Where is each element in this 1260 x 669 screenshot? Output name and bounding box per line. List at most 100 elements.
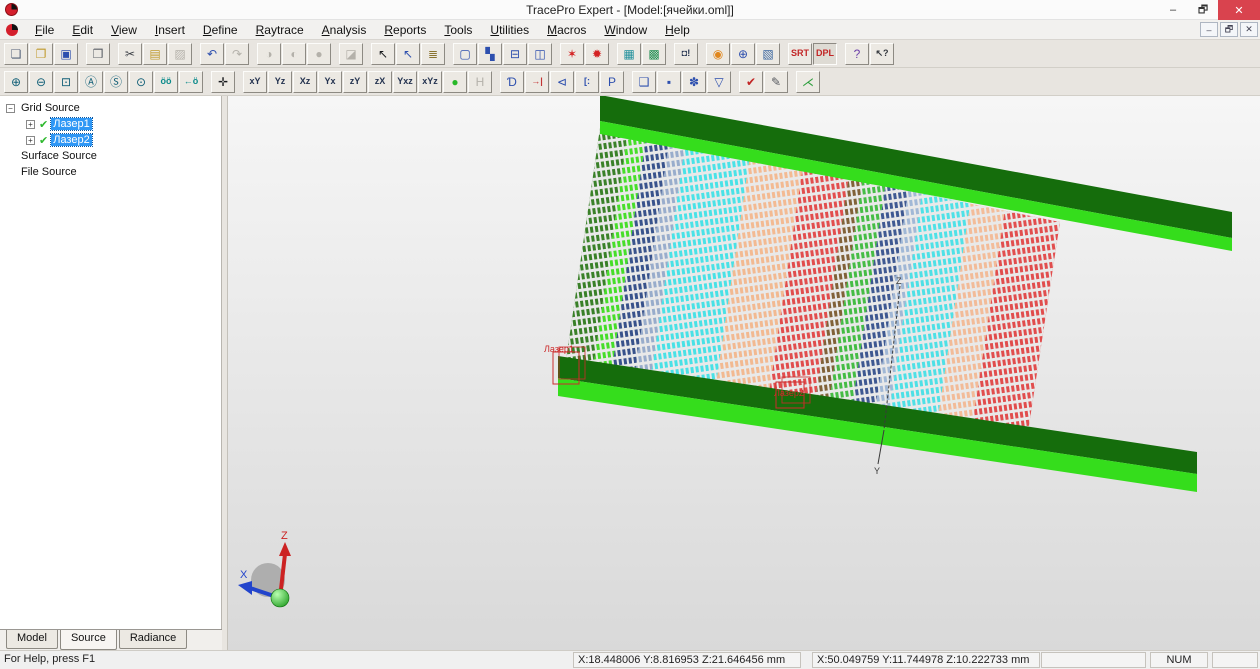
- view-zx-button[interactable]: zX: [368, 71, 392, 93]
- incident-ray-button[interactable]: ⋌: [796, 71, 820, 93]
- audit-check-button[interactable]: ✔: [739, 71, 763, 93]
- photorealistic-render-icon: ▧: [762, 48, 773, 60]
- expand-icon[interactable]: +: [26, 136, 35, 145]
- restore-button[interactable]: 🗗: [1188, 0, 1218, 20]
- view-glasses-previous-button[interactable]: ←ö: [179, 71, 203, 93]
- tab-source[interactable]: Source: [60, 630, 117, 650]
- mdi-close-button[interactable]: ✕: [1240, 22, 1258, 37]
- undo-button[interactable]: ↶: [200, 43, 224, 65]
- silhouette-button[interactable]: ▪: [657, 71, 681, 93]
- solid-render-button[interactable]: ❑: [632, 71, 656, 93]
- menu-reports[interactable]: Reports: [375, 21, 435, 39]
- close-button[interactable]: ✕: [1218, 0, 1260, 20]
- select-button[interactable]: ↖: [371, 43, 395, 65]
- context-help-button[interactable]: ↖?: [870, 43, 894, 65]
- menu-analysis[interactable]: Analysis: [313, 21, 376, 39]
- minimize-button[interactable]: –: [1158, 0, 1188, 20]
- irradiance-map-button[interactable]: ▦: [617, 43, 641, 65]
- select-object-button[interactable]: ↖: [396, 43, 420, 65]
- menu-insert[interactable]: Insert: [146, 21, 194, 39]
- menu-define[interactable]: Define: [194, 21, 247, 39]
- view-yx-icon: Yx: [324, 77, 335, 86]
- ray-select-button[interactable]: →|: [525, 71, 549, 93]
- status-panel-empty-2: [1212, 652, 1258, 668]
- ray-sort-dpl-icon: DPL: [816, 49, 834, 58]
- trace-rays-rep-button[interactable]: ✹: [585, 43, 609, 65]
- tab-model[interactable]: Model: [6, 630, 58, 649]
- view-yx-button[interactable]: Yx: [318, 71, 342, 93]
- menu-raytrace[interactable]: Raytrace: [247, 21, 313, 39]
- render-cone-button[interactable]: ▽: [707, 71, 731, 93]
- trace-rays-button[interactable]: ✶: [560, 43, 584, 65]
- view-zx-icon: zX: [375, 77, 386, 86]
- window-single-button[interactable]: ▢: [453, 43, 477, 65]
- cut-button[interactable]: ✂: [118, 43, 142, 65]
- view-zy-button[interactable]: zY: [343, 71, 367, 93]
- profile-view-button[interactable]: P: [600, 71, 624, 93]
- window-cascade-button[interactable]: ▚: [478, 43, 502, 65]
- incident-ray-icon: ⋌: [802, 76, 814, 88]
- mdi-minimize-button[interactable]: –: [1200, 22, 1218, 37]
- view-xy-button[interactable]: xY: [243, 71, 267, 93]
- window-tile-horizontal-button[interactable]: ⊟: [503, 43, 527, 65]
- zoom-in-button[interactable]: ⊕: [4, 71, 28, 93]
- ray-sort-srt-button[interactable]: SRT: [788, 43, 812, 65]
- triad-z-arrowhead: [279, 542, 291, 556]
- tree-item-grid-source[interactable]: Grid Source: [19, 102, 82, 114]
- orbit-button[interactable]: ●: [443, 71, 467, 93]
- view-yz-button[interactable]: Yz: [268, 71, 292, 93]
- measure-button[interactable]: ✎: [764, 71, 788, 93]
- expand-icon[interactable]: +: [26, 120, 35, 129]
- save-file-button[interactable]: ▣: [54, 43, 78, 65]
- zoom-out-button[interactable]: ⊖: [29, 71, 53, 93]
- redo-icon: ↷: [232, 48, 242, 60]
- render-flower-button[interactable]: ✽: [682, 71, 706, 93]
- section-view-button[interactable]: [:: [575, 71, 599, 93]
- help-button[interactable]: ?: [845, 43, 869, 65]
- menu-view[interactable]: View: [102, 21, 146, 39]
- tree-item-laser[interactable]: Лазер2: [51, 134, 92, 146]
- view-glasses-button[interactable]: öö: [154, 71, 178, 93]
- polar-iso-plot-button[interactable]: ◉: [706, 43, 730, 65]
- tab-radiance[interactable]: Radiance: [119, 630, 187, 649]
- pan-button[interactable]: ✛: [211, 71, 235, 93]
- model-viewport[interactable]: Лазер1Лазер2ZYXZ: [228, 96, 1260, 650]
- cut-icon: ✂: [125, 48, 135, 60]
- print-button[interactable]: ❒: [86, 43, 110, 65]
- view-xz-button[interactable]: Xz: [293, 71, 317, 93]
- window-tile-vertical-button[interactable]: ◫: [528, 43, 552, 65]
- zoom-all-button[interactable]: Ⓐ: [79, 71, 103, 93]
- ray-sort-dpl-button[interactable]: DPL: [813, 43, 837, 65]
- zoom-previous-button[interactable]: ⊙: [129, 71, 153, 93]
- headlamp-button[interactable]: ⊲: [550, 71, 574, 93]
- view-isometric-2-button[interactable]: xYz: [418, 71, 442, 93]
- menu-help[interactable]: Help: [656, 21, 699, 39]
- ray-history-button[interactable]: ◘!: [674, 43, 698, 65]
- menu-utilities[interactable]: Utilities: [481, 21, 538, 39]
- menu-tools[interactable]: Tools: [435, 21, 481, 39]
- tree-item[interactable]: File Source: [19, 166, 79, 178]
- open-file-button[interactable]: ❐: [29, 43, 53, 65]
- zoom-window-button[interactable]: ⊡: [54, 71, 78, 93]
- view-isometric-1-button[interactable]: Yxz: [393, 71, 417, 93]
- mdi-restore-button[interactable]: 🗗: [1220, 22, 1238, 37]
- system-tree-button[interactable]: ≣: [421, 43, 445, 65]
- enabled-check-icon[interactable]: ✔: [39, 134, 48, 147]
- tree-item[interactable]: Surface Source: [19, 150, 99, 162]
- tree-item-laser[interactable]: Лазер1: [51, 118, 92, 130]
- perspective-view-button[interactable]: Ɗ: [500, 71, 524, 93]
- menu-edit[interactable]: Edit: [63, 21, 102, 39]
- triad-x-arrowhead: [238, 581, 252, 595]
- candela-map-button[interactable]: ▩: [642, 43, 666, 65]
- zoom-selection-button[interactable]: Ⓢ: [104, 71, 128, 93]
- new-file-button[interactable]: ❏: [4, 43, 28, 65]
- collapse-icon[interactable]: −: [6, 104, 15, 113]
- menu-file[interactable]: File: [26, 21, 63, 39]
- copy-button[interactable]: ▤: [143, 43, 167, 65]
- enabled-check-icon[interactable]: ✔: [39, 118, 48, 131]
- spherical-plot-button[interactable]: ⊕: [731, 43, 755, 65]
- photorealistic-render-button[interactable]: ▧: [756, 43, 780, 65]
- triad-z-label: Z: [281, 530, 288, 542]
- menu-window[interactable]: Window: [595, 21, 656, 39]
- menu-macros[interactable]: Macros: [538, 21, 595, 39]
